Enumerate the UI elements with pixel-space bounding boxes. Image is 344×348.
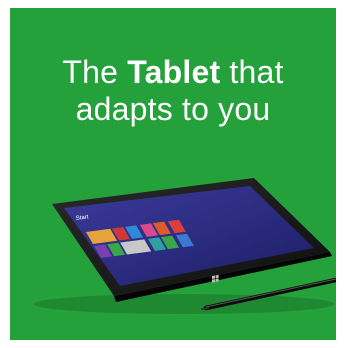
tablet-shadow (34, 294, 334, 314)
ad-banner[interactable]: The Tablet that adapts to you Start (0, 0, 344, 348)
headline-word-tablet: Tablet (127, 54, 221, 90)
ad-panel[interactable]: The Tablet that adapts to you Start (10, 8, 336, 340)
headline-word-that: that (229, 54, 284, 90)
tablet-illustration: Start (34, 178, 336, 314)
headline-word-the: The (62, 54, 119, 90)
headline-line-1: The Tablet that (10, 54, 336, 91)
headline-line-2: adapts to you (75, 91, 271, 127)
headline: The Tablet that adapts to you (10, 54, 336, 128)
